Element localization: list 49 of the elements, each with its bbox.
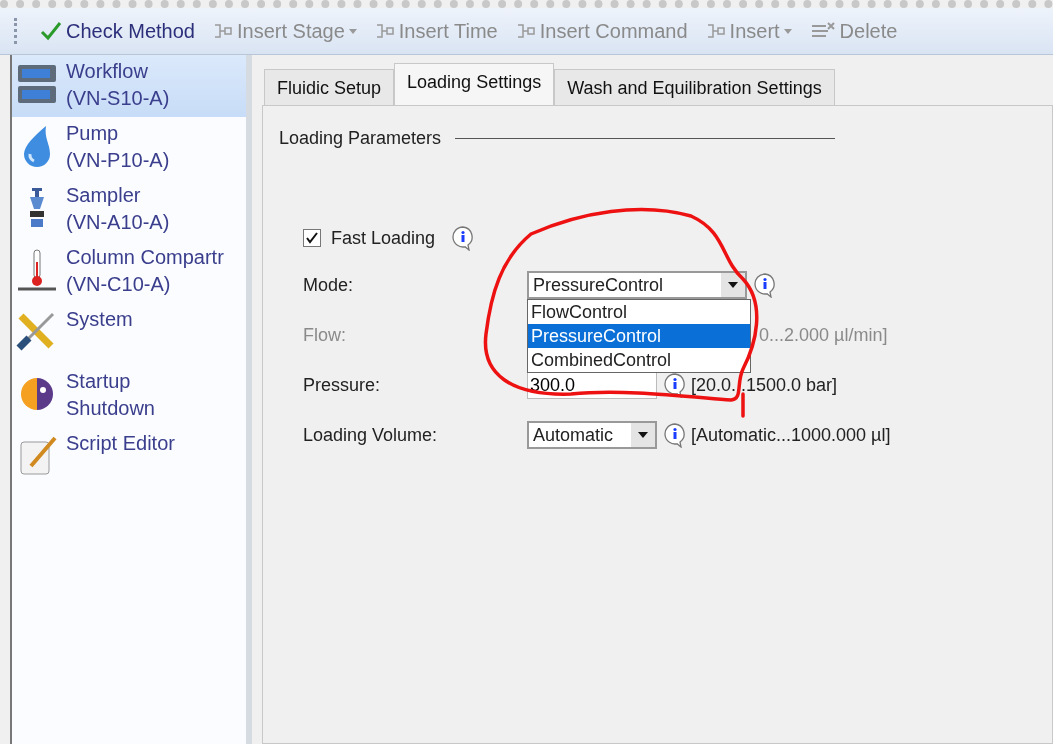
field-label: Mode: xyxy=(303,274,355,296)
checkbox[interactable] xyxy=(303,229,321,247)
sidebar-item[interactable]: Startup Shutdown xyxy=(12,365,246,427)
caret-icon xyxy=(728,282,738,288)
toolbar-button[interactable]: Check Method xyxy=(34,17,201,45)
sidebar-label: System xyxy=(66,307,133,332)
branch-icon xyxy=(212,21,233,41)
dropdown-button[interactable] xyxy=(721,273,745,297)
group-title: Loading Parameters xyxy=(279,128,442,149)
field-label: Loading Volume: xyxy=(303,424,439,446)
thermometer-icon xyxy=(15,248,59,292)
caret-icon xyxy=(348,28,357,34)
sidebar-label: Pump (VN-P10-A) xyxy=(66,121,170,173)
dropdown-option[interactable]: FlowControl xyxy=(528,300,750,324)
info-icon[interactable] xyxy=(663,422,687,448)
sidebar-item[interactable]: System xyxy=(12,303,246,365)
sidebar-item[interactable]: Script Editor xyxy=(12,427,246,489)
sidebar-label: Startup Shutdown xyxy=(66,369,155,421)
sidebar-label: Sampler (VN-A10-A) xyxy=(66,183,170,235)
sidebar-label: Column Compartr (VN-C10-A) xyxy=(66,245,224,297)
tab[interactable]: Wash and Equilibration Settings xyxy=(554,69,835,105)
sidebar-item[interactable]: Workflow (VN-S10-A) xyxy=(12,55,246,117)
dropdown-button[interactable] xyxy=(631,423,655,447)
caret-icon xyxy=(638,432,648,438)
sidebar-item[interactable]: Sampler (VN-A10-A) xyxy=(12,179,246,241)
branch-icon xyxy=(515,21,536,41)
checkbox-label: Fast Loading xyxy=(331,227,436,249)
volume-dropdown[interactable]: Automatic xyxy=(527,421,657,449)
sidebar-label: Script Editor xyxy=(66,431,175,456)
tab[interactable]: Fluidic Setup xyxy=(264,69,395,105)
sidebar-item[interactable]: Pump (VN-P10-A) xyxy=(12,117,246,179)
range-text: 0...2.000 µl/min] xyxy=(759,324,888,346)
branch-icon xyxy=(705,21,726,41)
range-text: [Automatic...1000.000 µl] xyxy=(691,424,891,446)
caret-icon xyxy=(783,28,792,34)
sidebar-item[interactable]: Column Compartr (VN-C10-A) xyxy=(12,241,246,303)
checkmark-icon xyxy=(40,21,62,41)
field-label: Flow: xyxy=(303,324,347,346)
dropdown-option[interactable]: CombinedControl xyxy=(528,348,750,372)
field-label: Pressure: xyxy=(303,374,382,396)
info-icon[interactable] xyxy=(451,225,476,251)
mode-dropdown[interactable]: PressureControl xyxy=(527,271,747,299)
sidebar-label: Workflow (VN-S10-A) xyxy=(66,59,170,111)
server-icon xyxy=(16,62,58,106)
dropdown-option[interactable]: PressureControl xyxy=(528,324,750,348)
branch-icon xyxy=(374,21,395,41)
grip-icon xyxy=(14,18,20,44)
tab[interactable]: Loading Settings xyxy=(394,63,555,105)
info-icon[interactable] xyxy=(753,272,777,298)
